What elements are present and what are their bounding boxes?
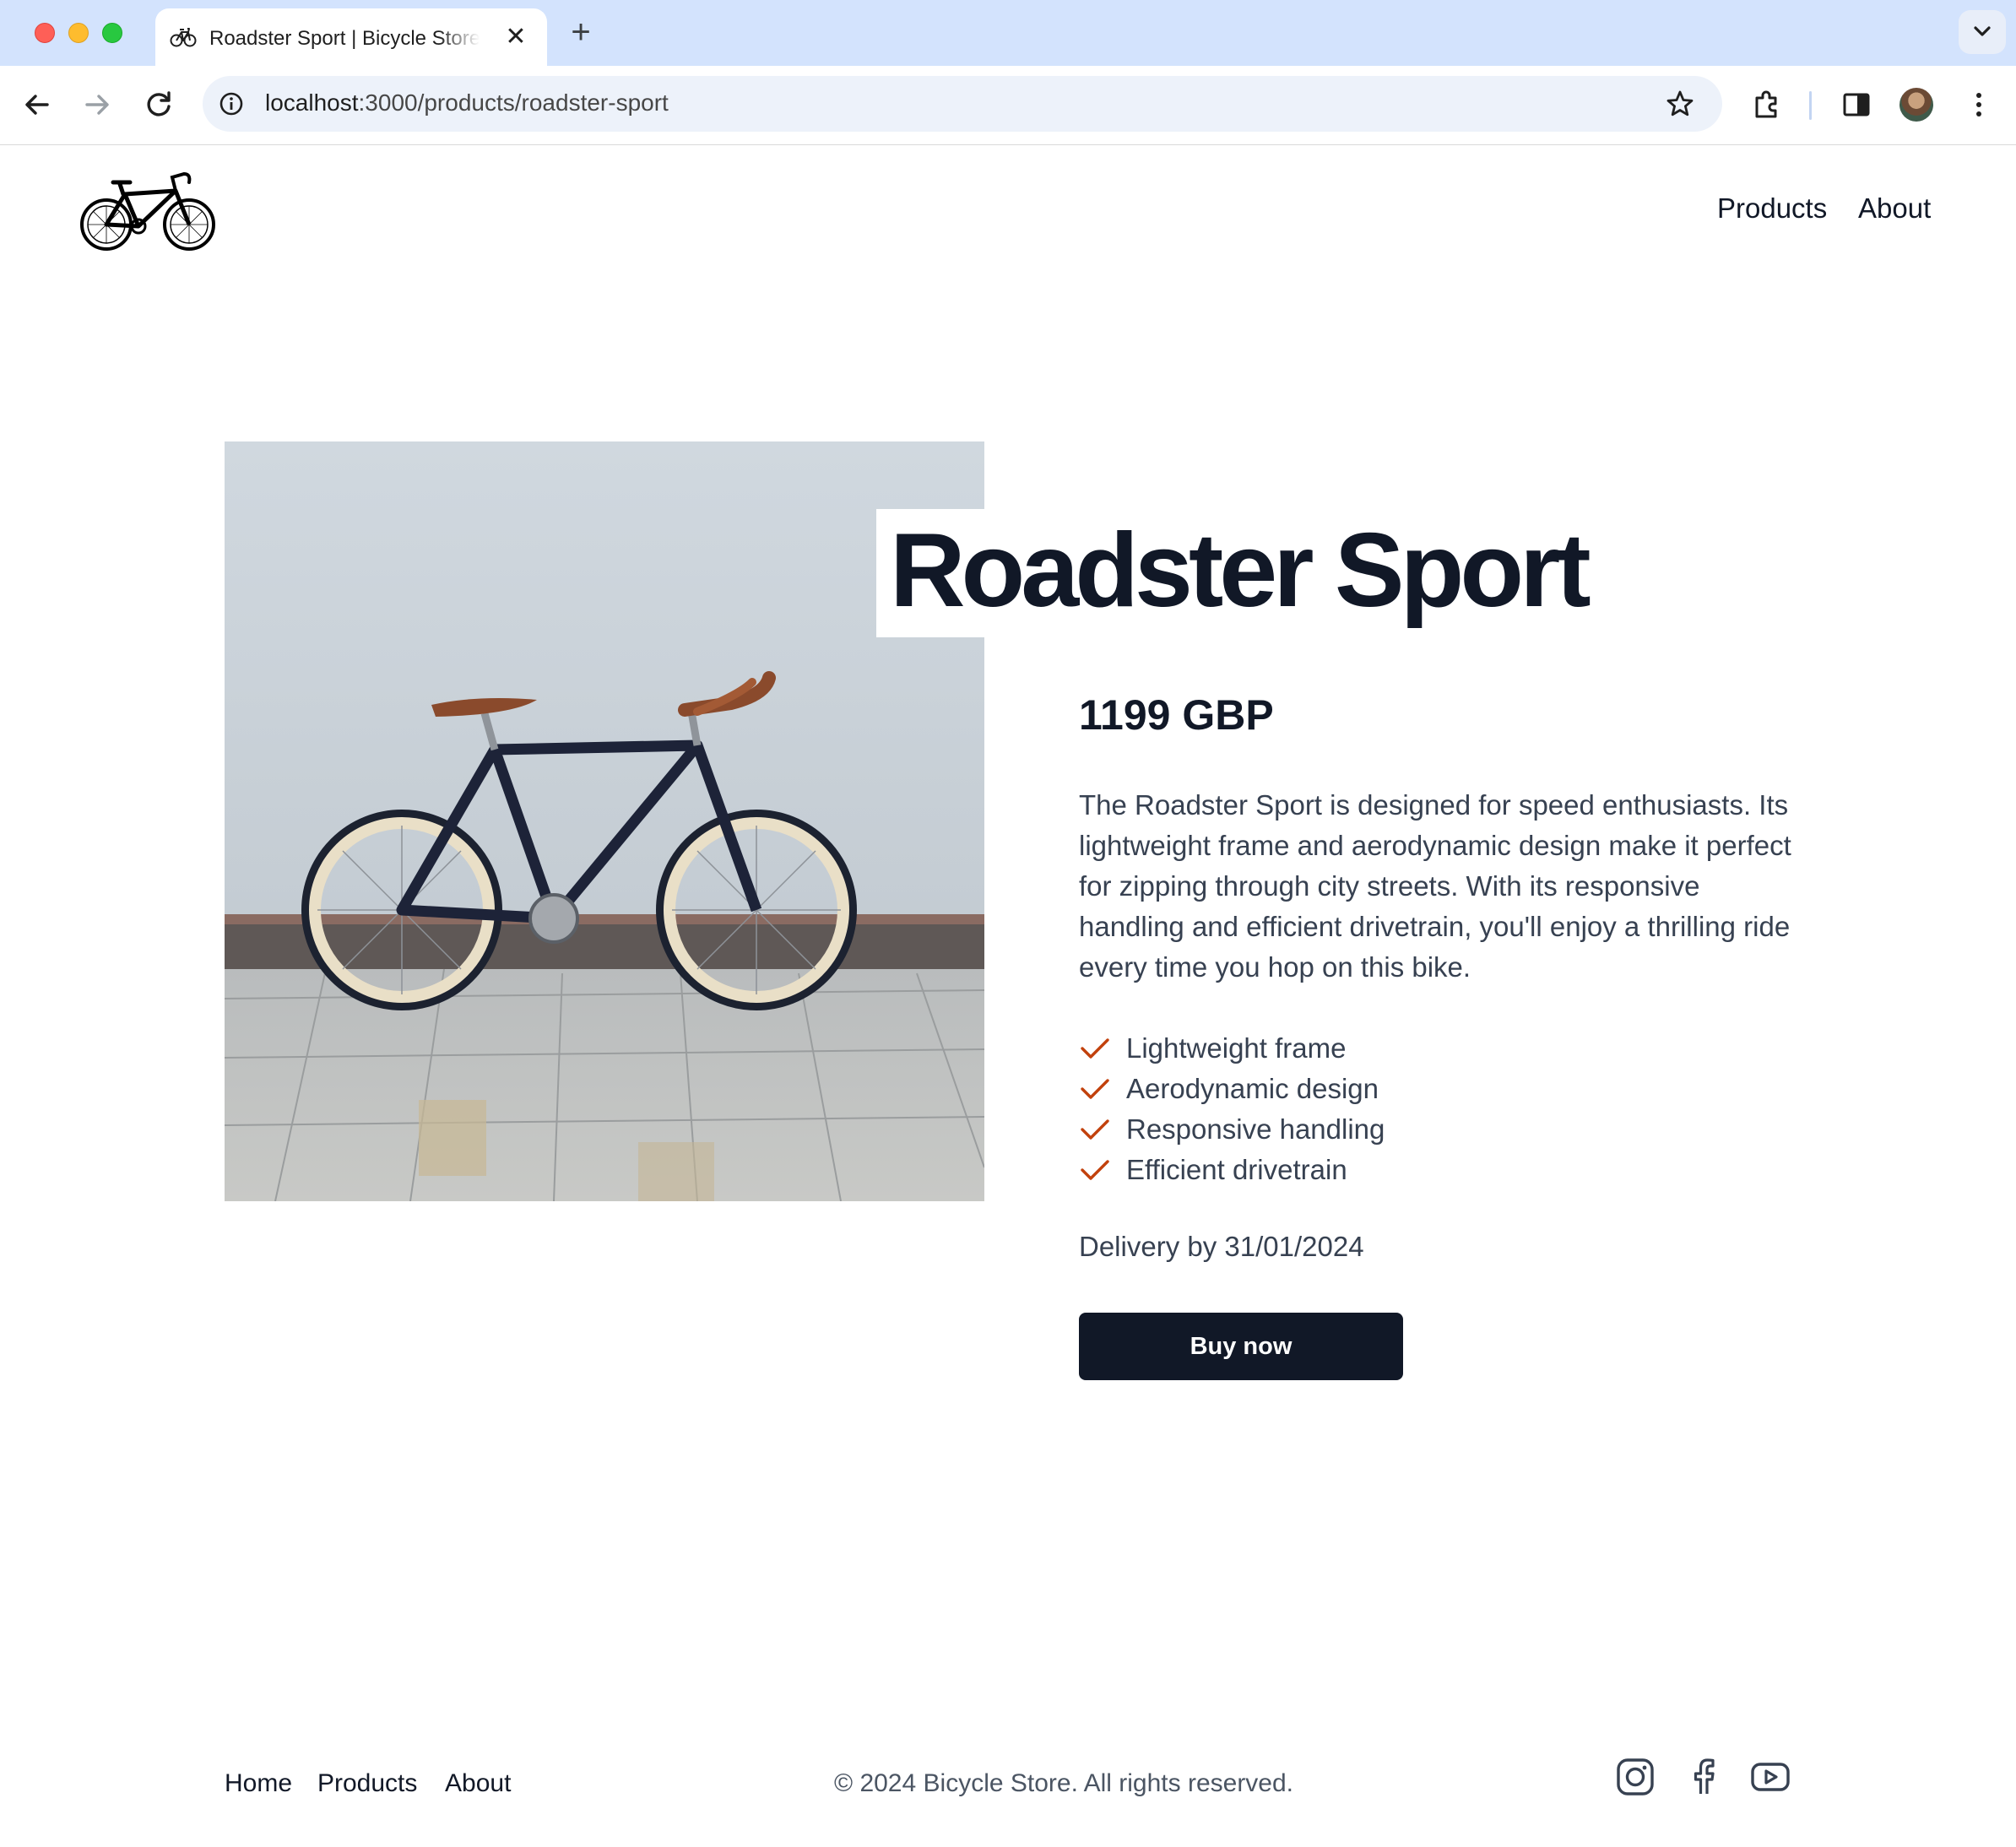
feature-item: Lightweight frame xyxy=(1079,1028,1385,1069)
instagram-icon[interactable] xyxy=(1614,1756,1656,1798)
copyright-text: © 2024 Bicycle Store. All rights reserve… xyxy=(834,1769,1294,1797)
feature-label: Lightweight frame xyxy=(1126,1032,1347,1064)
footer-home-link[interactable]: Home xyxy=(225,1769,292,1798)
browser-tab-active[interactable]: Roadster Sport | Bicycle Store ✕ xyxy=(155,8,547,66)
facebook-icon[interactable] xyxy=(1683,1756,1725,1798)
feature-label: Responsive handling xyxy=(1126,1113,1385,1145)
check-icon xyxy=(1081,1119,1109,1140)
more-vertical-icon[interactable] xyxy=(1959,84,1999,125)
tab-title: Roadster Sport | Bicycle Store xyxy=(209,27,480,50)
feature-item: Responsive handling xyxy=(1079,1109,1385,1150)
check-icon xyxy=(1081,1079,1109,1099)
feature-list: Lightweight frame Aerodynamic design Res… xyxy=(1079,1028,1385,1190)
footer-products-link[interactable]: Products xyxy=(317,1769,417,1798)
browser-tab-strip: Roadster Sport | Bicycle Store ✕ + xyxy=(0,0,2016,66)
url-path: :3000/products/roadster-sport xyxy=(358,89,669,116)
youtube-icon[interactable] xyxy=(1749,1756,1791,1798)
window-minimize-button[interactable] xyxy=(68,23,89,43)
nav-about-link[interactable]: About xyxy=(1858,192,1931,233)
forward-arrow-icon[interactable] xyxy=(77,84,117,125)
reload-icon[interactable] xyxy=(138,84,179,125)
tab-search-button[interactable] xyxy=(1959,10,2006,54)
address-bar[interactable]: localhost:3000/products/roadster-sport xyxy=(203,76,1722,132)
bicycle-logo[interactable] xyxy=(78,165,219,257)
footer-about-link[interactable]: About xyxy=(445,1769,511,1798)
check-icon xyxy=(1081,1160,1109,1180)
site-info-icon[interactable] xyxy=(218,90,245,117)
feature-item: Aerodynamic design xyxy=(1079,1069,1385,1109)
url-text[interactable]: localhost:3000/products/roadster-sport xyxy=(265,89,669,118)
extensions-icon[interactable] xyxy=(1747,84,1787,125)
browser-toolbar: localhost:3000/products/roadster-sport xyxy=(0,66,2016,145)
check-icon xyxy=(1081,1038,1109,1059)
window-close-button[interactable] xyxy=(35,23,55,43)
product-description: The Roadster Sport is designed for speed… xyxy=(1079,789,1791,983)
toolbar-separator xyxy=(1809,91,1812,120)
buy-now-button[interactable]: Buy now xyxy=(1079,1313,1403,1380)
feature-item: Efficient drivetrain xyxy=(1079,1150,1385,1190)
delivery-date: Delivery by 31/01/2024 xyxy=(1079,1231,1364,1262)
product-title: Roadster Sport xyxy=(890,512,1591,629)
new-tab-button[interactable]: + xyxy=(564,15,598,49)
side-panel-icon[interactable] xyxy=(1836,84,1877,125)
nav-products-link[interactable]: Products xyxy=(1717,192,1827,233)
window-zoom-button[interactable] xyxy=(102,23,122,43)
bicycle-illustration xyxy=(225,441,984,1201)
star-icon[interactable] xyxy=(1665,89,1695,119)
feature-label: Aerodynamic design xyxy=(1126,1073,1379,1104)
chevron-down-icon xyxy=(1974,26,1991,36)
product-price: 1199 GBP xyxy=(1079,691,1274,739)
feature-label: Efficient drivetrain xyxy=(1126,1154,1347,1185)
back-arrow-icon[interactable] xyxy=(17,84,57,125)
bicycle-photo xyxy=(225,441,984,1201)
close-icon[interactable]: ✕ xyxy=(501,23,530,51)
url-host: localhost xyxy=(265,89,359,116)
profile-avatar[interactable] xyxy=(1899,88,1933,122)
bicycle-icon xyxy=(170,28,197,47)
